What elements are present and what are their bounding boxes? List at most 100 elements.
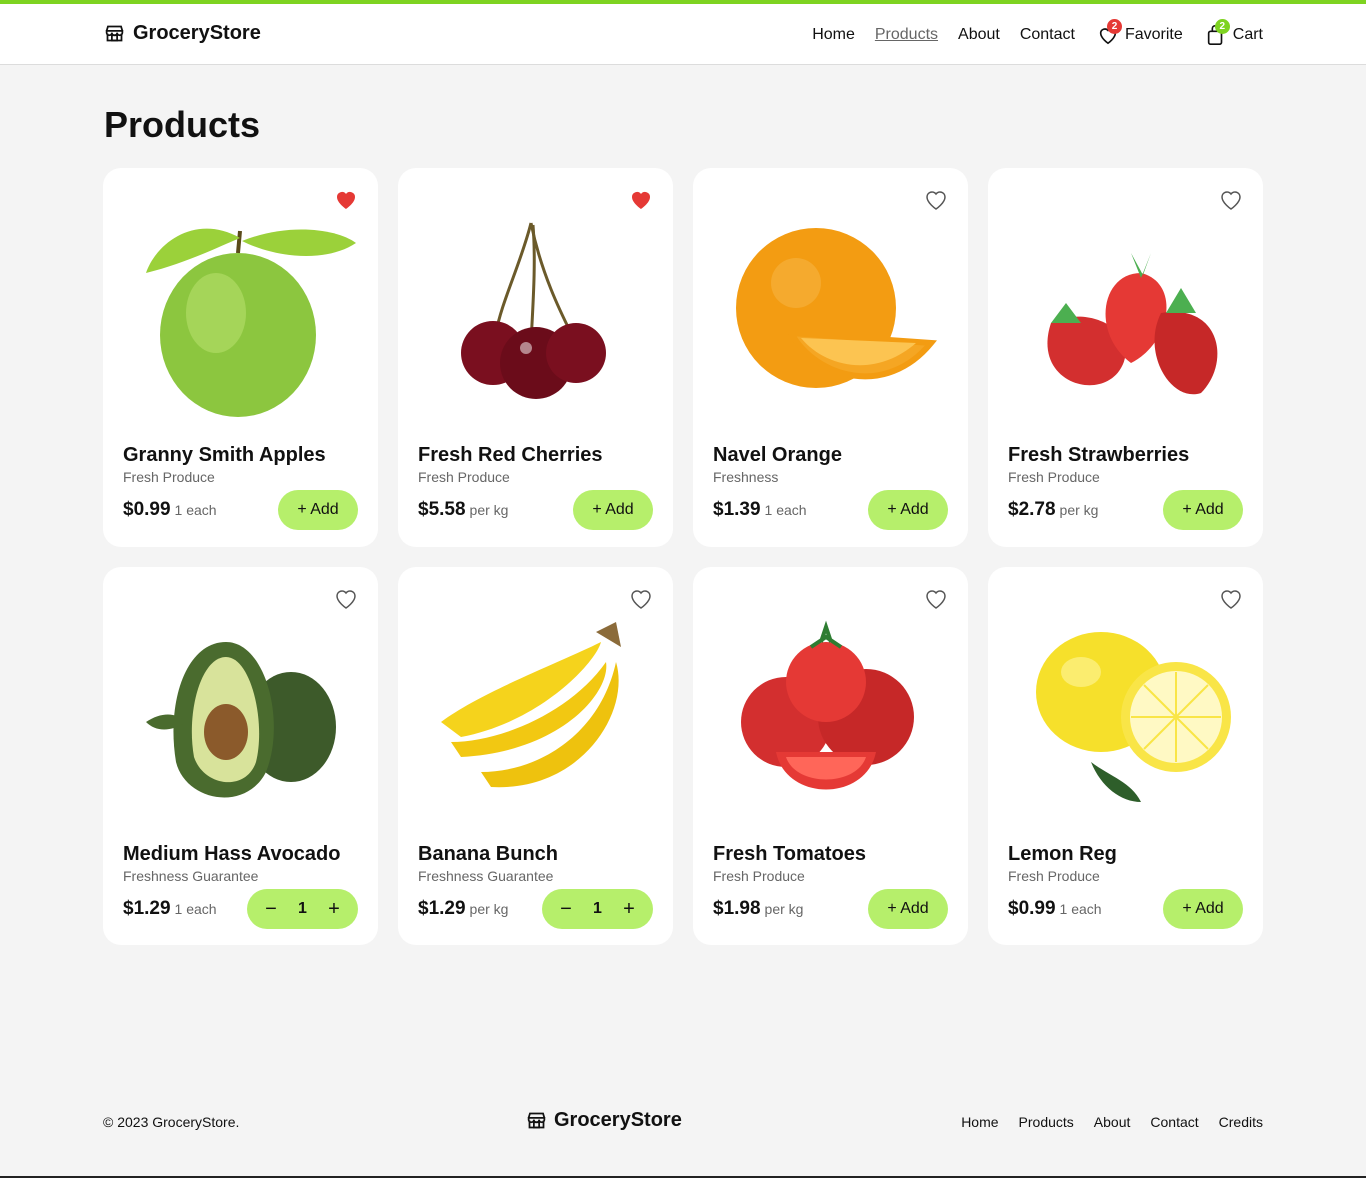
footer-link-products[interactable]: Products	[1019, 1114, 1074, 1130]
product-unit: 1 each	[174, 502, 217, 518]
nav-about[interactable]: About	[958, 26, 1000, 44]
nav-contact[interactable]: Contact	[1020, 26, 1075, 44]
product-card[interactable]: Banana Bunch Freshness Guarantee $1.29 pe…	[398, 567, 673, 945]
add-to-cart-button[interactable]: + Add	[868, 490, 948, 530]
nav-home[interactable]: Home	[812, 26, 855, 44]
product-card[interactable]: Navel Orange Freshness $1.39 1 each + Add	[693, 168, 968, 547]
product-image	[123, 597, 358, 827]
price-row: $5.58 per kg + Add	[418, 490, 653, 530]
footer-brand-name: GroceryStore	[554, 1109, 682, 1131]
product-info: Fresh Tomatoes Fresh Produce $1.98 per kg…	[713, 841, 948, 929]
product-name: Granny Smith Apples	[123, 444, 326, 466]
product-info: Medium Hass Avocado Freshness Guarantee …	[123, 841, 358, 929]
product-category: Fresh Produce	[123, 469, 215, 485]
footer-link-about[interactable]: About	[1094, 1114, 1131, 1130]
product-price: $1.98	[713, 898, 761, 919]
product-info: Granny Smith Apples Fresh Produce $0.99 1…	[123, 442, 358, 530]
decrease-quantity-button[interactable]: −	[261, 898, 281, 921]
product-unit: 1 each	[1059, 901, 1102, 917]
product-category: Freshness	[713, 469, 779, 485]
quantity-value: 1	[298, 900, 307, 917]
product-unit: 1 each	[764, 502, 807, 518]
product-card[interactable]: Lemon Reg Fresh Produce $0.99 1 each + Ad…	[988, 567, 1263, 945]
cart-count-badge: 2	[1214, 18, 1230, 34]
product-category: Fresh Produce	[1008, 868, 1100, 884]
cherries-image	[460, 222, 606, 399]
favorite-count-badge: 2	[1106, 18, 1122, 34]
price-row: $0.99 1 each + Add	[1008, 889, 1243, 929]
product-category: Freshness Guarantee	[418, 868, 554, 884]
product-price: $1.29	[418, 898, 466, 919]
footer-nav: Home Products About Contact Credits	[961, 1114, 1263, 1130]
product-card[interactable]: Granny Smith Apples Fresh Produce $0.99 1…	[103, 168, 378, 547]
product-image	[713, 597, 948, 827]
green-apple-image	[145, 228, 356, 417]
brand-logo[interactable]: GroceryStore	[104, 22, 261, 45]
product-price: $0.99	[123, 499, 171, 520]
product-image	[418, 198, 653, 428]
site-footer: © 2023 GroceryStore. GroceryStore Home P…	[0, 1104, 1366, 1140]
price-row: $1.29 per kg − 1 +	[418, 889, 653, 929]
quantity-value: 1	[593, 900, 602, 917]
nav-products[interactable]: Products	[875, 26, 938, 44]
product-category: Fresh Produce	[418, 469, 510, 485]
product-price: $2.78	[1008, 499, 1056, 520]
product-image	[1008, 198, 1243, 428]
product-unit: per kg	[469, 901, 509, 917]
store-icon	[105, 25, 124, 42]
product-name: Medium Hass Avocado	[123, 843, 341, 865]
store-icon	[527, 1112, 546, 1129]
brand-name: GroceryStore	[133, 22, 261, 44]
product-image	[418, 597, 653, 827]
product-price: $1.39	[713, 499, 761, 520]
add-to-cart-button[interactable]: + Add	[1163, 490, 1243, 530]
product-price: $1.29	[123, 898, 171, 919]
product-name: Lemon Reg	[1008, 843, 1117, 865]
product-info: Lemon Reg Fresh Produce $0.99 1 each + Ad…	[1008, 841, 1243, 929]
price-row: $2.78 per kg + Add	[1008, 490, 1243, 530]
product-price: $5.58	[418, 499, 466, 520]
product-image	[123, 198, 358, 428]
footer-link-credits[interactable]: Credits	[1219, 1114, 1263, 1130]
product-image	[1008, 597, 1243, 827]
product-price: $0.99	[1008, 898, 1056, 919]
nav-favorite[interactable]: 2 Favorite	[1097, 18, 1183, 46]
product-unit: per kg	[1059, 502, 1099, 518]
product-card[interactable]: Medium Hass Avocado Freshness Guarantee …	[103, 567, 378, 945]
product-info: Navel Orange Freshness $1.39 1 each + Add	[713, 442, 948, 530]
main-nav: Home Products About Contact 2 Favorite 2…	[792, 4, 1263, 65]
add-to-cart-button[interactable]: + Add	[278, 490, 358, 530]
product-card[interactable]: Fresh Red Cherries Fresh Produce $5.58 pe…	[398, 168, 673, 547]
increase-quantity-button[interactable]: +	[324, 898, 344, 921]
product-unit: per kg	[764, 901, 804, 917]
price-row: $0.99 1 each + Add	[123, 490, 358, 530]
product-card[interactable]: Fresh Tomatoes Fresh Produce $1.98 per kg…	[693, 567, 968, 945]
price-row: $1.39 1 each + Add	[713, 490, 948, 530]
product-name: Fresh Strawberries	[1008, 444, 1190, 466]
increase-quantity-button[interactable]: +	[619, 898, 639, 921]
strawberries-image	[1046, 253, 1217, 395]
footer-brand-logo[interactable]: GroceryStore	[526, 1109, 682, 1132]
footer-link-contact[interactable]: Contact	[1150, 1114, 1198, 1130]
nav-favorite-label: Favorite	[1124, 25, 1183, 43]
footer-link-home[interactable]: Home	[961, 1114, 998, 1130]
price-row: $1.29 1 each − 1 +	[123, 889, 358, 929]
add-to-cart-button[interactable]: + Add	[573, 490, 653, 530]
bananas-image	[440, 622, 621, 788]
nav-cart-label: Cart	[1232, 25, 1263, 43]
product-info: Fresh Red Cherries Fresh Produce $5.58 pe…	[418, 442, 653, 530]
product-card[interactable]: Fresh Strawberries Fresh Produce $2.78 pe…	[988, 168, 1263, 547]
add-to-cart-button[interactable]: + Add	[868, 889, 948, 929]
avocado-image	[145, 642, 336, 798]
add-to-cart-button[interactable]: + Add	[1163, 889, 1243, 929]
site-header: GroceryStore Home Products About Contact…	[0, 4, 1366, 65]
tomatoes-image	[740, 620, 914, 790]
orange-image	[735, 228, 937, 388]
quantity-stepper: − 1 +	[247, 889, 358, 929]
nav-cart[interactable]: 2 Cart	[1205, 18, 1263, 46]
copyright-text: © 2023 GroceryStore.	[103, 1114, 240, 1130]
product-name: Banana Bunch	[418, 843, 559, 865]
product-category: Freshness Guarantee	[123, 868, 259, 884]
quantity-stepper: − 1 +	[542, 889, 653, 929]
decrease-quantity-button[interactable]: −	[556, 898, 576, 921]
